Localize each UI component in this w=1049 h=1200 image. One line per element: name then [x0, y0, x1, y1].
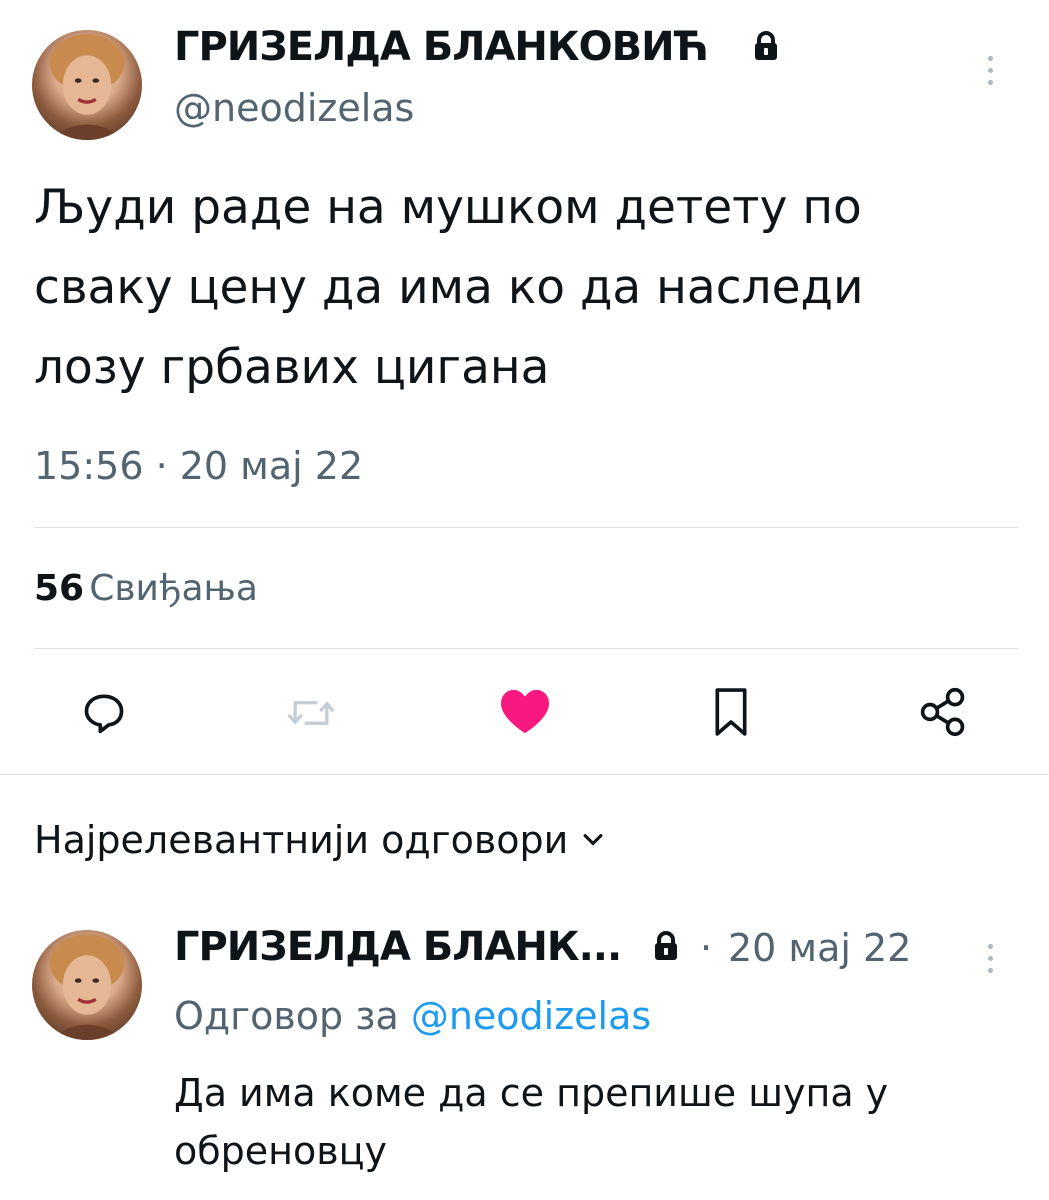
more-vertical-icon[interactable]: [988, 944, 993, 973]
share-button[interactable]: [916, 684, 970, 740]
tweet-text: Људи раде на мушком детету по сваку цену…: [34, 180, 864, 395]
divider: [34, 527, 1018, 528]
replying-to-prefix: Одговор за: [174, 994, 399, 1038]
replies-section-title: Најрелевантнији одговори: [34, 818, 569, 862]
author-handle[interactable]: @neodizelas: [174, 86, 414, 130]
reply-icon: [84, 694, 124, 734]
bookmark-icon: [715, 688, 747, 736]
retweet-button[interactable]: [282, 690, 340, 736]
replies-sort-dropdown[interactable]: Најрелевантнији одговори: [34, 818, 604, 862]
more-vertical-icon[interactable]: [988, 56, 993, 85]
lock-icon: [752, 30, 780, 62]
likes-label: Свиђања: [89, 568, 258, 609]
reply-text: Да има коме да се препише шупа у обренов…: [174, 1071, 889, 1173]
divider: [34, 648, 1018, 649]
replying-to-line: Одговор за @neodizelas: [174, 994, 651, 1038]
reply-date-separator: ·: [700, 926, 713, 970]
reply-date[interactable]: 20 мај 22: [728, 926, 911, 970]
retweet-icon: [287, 701, 335, 725]
chevron-down-icon: [583, 834, 603, 846]
replying-to-handle[interactable]: @neodizelas: [411, 994, 651, 1038]
heart-icon: [500, 689, 550, 734]
bookmark-button[interactable]: [708, 684, 754, 740]
likes-count: 56: [34, 568, 85, 609]
share-icon: [920, 687, 965, 737]
reply-author-avatar[interactable]: [32, 930, 142, 1040]
author-name[interactable]: ГРИЗЕЛДА БЛАНКОВИЋ: [174, 24, 709, 70]
section-divider: [0, 774, 1049, 775]
likes-summary[interactable]: 56 Свиђања: [34, 568, 258, 609]
author-avatar[interactable]: [32, 30, 142, 140]
reply-author-name[interactable]: ГРИЗЕЛДА БЛАНК...: [174, 924, 622, 970]
reply-button[interactable]: [78, 686, 130, 738]
tweet-timestamp[interactable]: 15:56 · 20 мај 22: [34, 444, 363, 488]
like-button[interactable]: [496, 686, 554, 738]
lock-icon: [652, 930, 680, 962]
